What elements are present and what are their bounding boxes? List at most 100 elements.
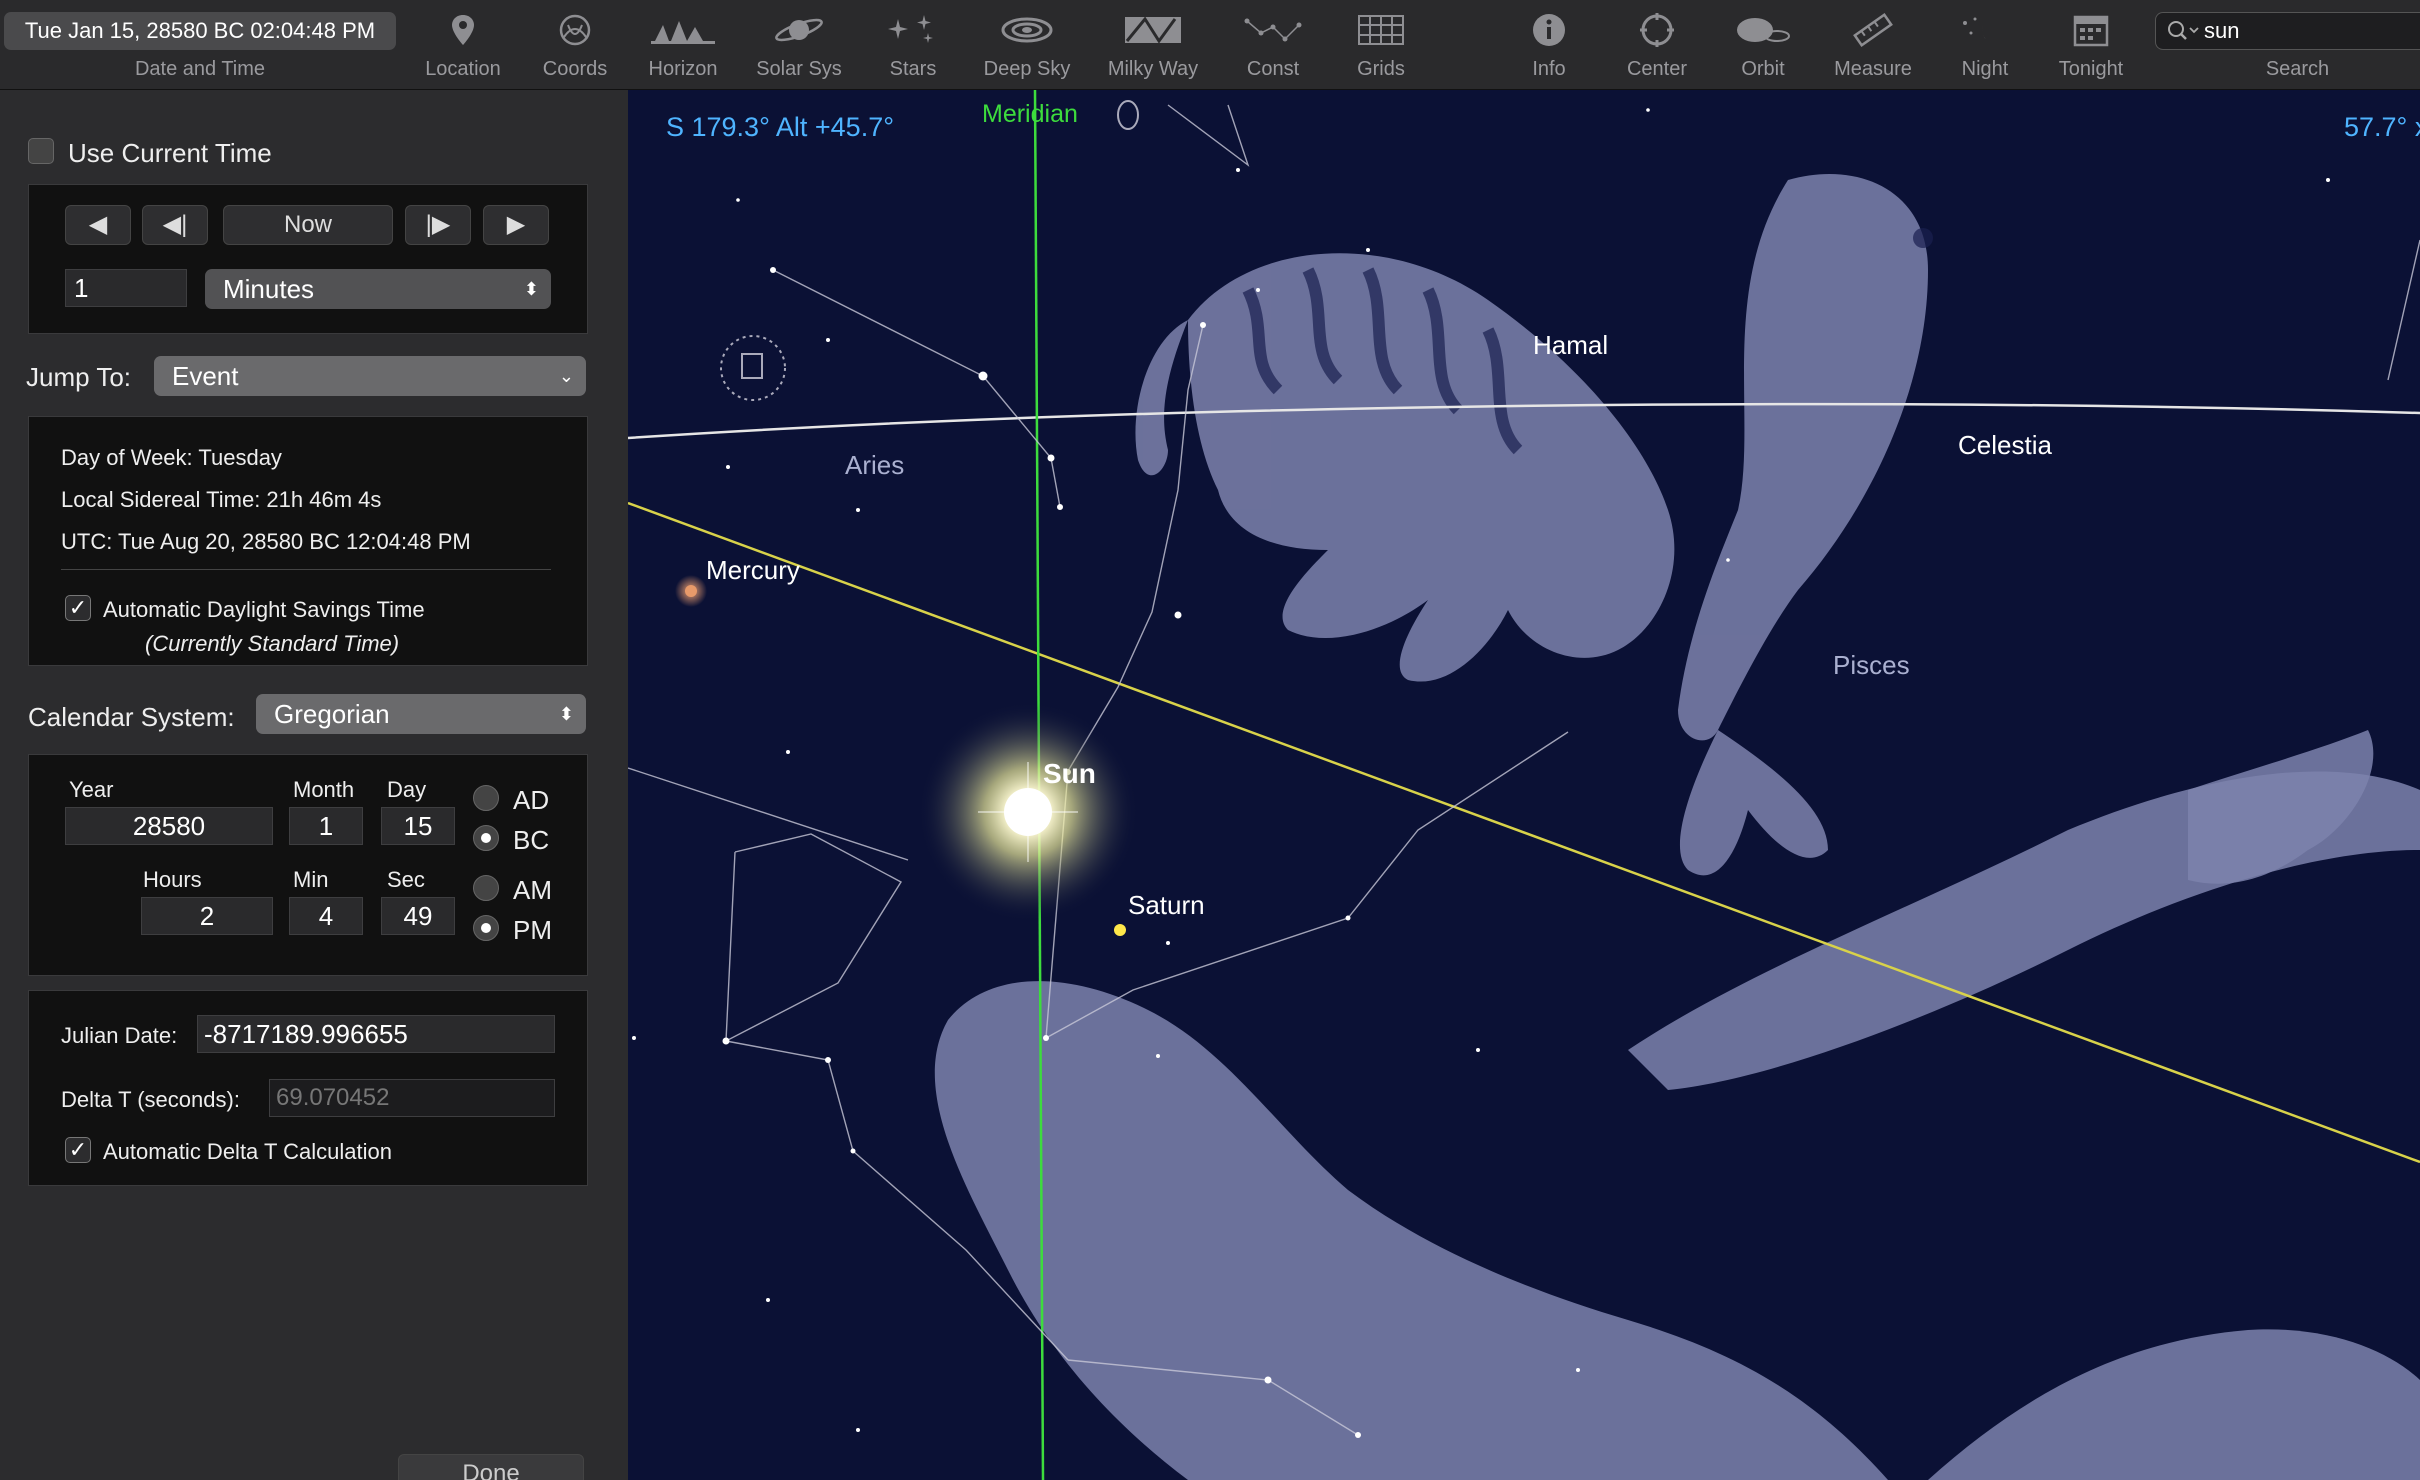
toolbar: Tue Jan 15, 28580 BC 02:04:48 PM Date an… [0,0,2420,90]
meridian-label: Meridian [982,100,1078,128]
now-button[interactable]: Now [223,205,393,245]
sun-label[interactable]: Sun [1043,758,1096,790]
search-input[interactable] [2204,17,2404,45]
orbit-icon [1708,10,1818,50]
sec-field[interactable]: 49 [381,897,455,935]
sky-canvas [628,90,2420,1480]
fish-eye [1913,228,1933,248]
divider [61,569,551,570]
auto-dst-checkbox[interactable]: ✓ [65,595,91,621]
auto-delta-t-checkbox[interactable]: ✓ [65,1137,91,1163]
mercury-dot [685,585,697,597]
calendar-icon [2036,10,2146,50]
step-back-fast-button[interactable]: ◀ [65,205,131,245]
horizon-icon [628,10,738,50]
julian-date-label: Julian Date: [61,1023,178,1048]
field-of-view-readout: 57.7° x [2344,112,2420,142]
grids-button[interactable]: Grids [1326,0,1436,88]
celestial-equator-label: Celestia [1958,430,2052,460]
step-amount-input[interactable]: 1 [65,269,187,307]
constellation-lines [628,104,2420,1436]
planet-icon [744,10,854,50]
year-label: Year [69,777,114,802]
am-radio[interactable] [473,875,499,901]
julian-date-field[interactable]: -8717189.996655 [197,1015,555,1053]
calendar-system-select[interactable]: Gregorian ⬍ [256,694,586,734]
pm-label: PM [513,915,552,945]
search-icon [2166,19,2200,48]
coords-icon [520,10,630,50]
auto-delta-t-label: Automatic Delta T Calculation [103,1139,392,1164]
deep-sky-marker [1117,100,1139,130]
cetus-artwork [934,730,2420,1480]
pisces-fish-artwork [1628,174,2420,1090]
saturn-label[interactable]: Saturn [1128,890,1205,921]
date-time-panel: Use Current Time ◀ ◀| Now |▶ ▶ 1 Minutes… [0,90,628,1480]
aries-label: Aries [845,450,905,480]
sky-view[interactable]: S 179.3° Alt +45.7° 57.7° x Meridian Ham… [628,90,2420,1480]
bc-radio[interactable] [473,825,499,851]
day-of-week: Day of Week: Tuesday [61,445,282,470]
calendar-system-value: Gregorian [274,699,390,729]
pm-radio[interactable] [473,915,499,941]
play-forward-button[interactable]: ▶ [483,205,549,245]
sec-label: Sec [387,867,425,892]
tool-label: Grids [1357,58,1405,80]
time-info-box: Day of Week: Tuesday Local Sidereal Time… [28,416,588,666]
done-button[interactable]: Done [398,1454,584,1480]
step-back-icon: ◀| [162,211,188,238]
info-icon [1494,10,1604,50]
use-current-time-checkbox[interactable] [28,138,54,164]
ad-radio[interactable] [473,785,499,811]
datetime-label: Date and Time [134,58,266,80]
milky-way-icon [1098,10,1208,50]
compass-marker [720,335,786,401]
cursor-readout: S 179.3° Alt +45.7° [666,112,895,142]
jump-to-value: Event [172,361,239,391]
delta-t-field: 69.070452 [269,1079,555,1117]
hamal-label[interactable]: Hamal [1533,330,1608,361]
compass-inner [741,353,763,379]
min-field[interactable]: 4 [289,897,363,935]
ad-label: AD [513,785,550,815]
local-sidereal-time: Local Sidereal Time: 21h 46m 4s [61,487,382,512]
milky-way-button[interactable]: Milky Way [1098,0,1208,88]
step-forward-button[interactable]: |▶ [405,205,471,245]
am-label: AM [513,875,552,905]
play-icon: ▶ [506,211,526,238]
updown-chevron-icon: ⬍ [523,279,539,299]
hours-field[interactable]: 2 [141,897,273,935]
tonight-button[interactable]: Tonight [2036,0,2146,88]
time-step-box: ◀ ◀| Now |▶ ▶ 1 Minutes ⬍ [28,184,588,334]
galaxy-icon [972,10,1082,50]
ruler-icon [1818,10,1928,50]
julian-date-box: Julian Date: -8717189.996655 Delta T (se… [28,990,588,1186]
mercury-label[interactable]: Mercury [706,555,800,586]
stars-icon [858,10,968,50]
deep-sky-button[interactable]: Deep Sky [972,0,1082,88]
calendar-system-label: Calendar System: [28,702,235,732]
rewind-icon: ◀ [88,211,108,238]
grid-icon [1326,10,1436,50]
datetime-display[interactable]: Tue Jan 15, 28580 BC 02:04:48 PM [4,12,396,50]
year-field[interactable]: 28580 [65,807,273,845]
step-unit-select[interactable]: Minutes ⬍ [205,269,551,309]
month-field[interactable]: 1 [289,807,363,845]
delta-t-label: Delta T (seconds): [61,1087,240,1112]
step-forward-icon: |▶ [425,211,451,238]
jump-to-select[interactable]: Event ⌄ [154,356,586,396]
saturn-dot [1114,924,1126,936]
night-icon [1930,10,2040,50]
day-label: Day [387,777,427,802]
chevron-down-icon: ⌄ [558,366,574,386]
month-label: Month [293,777,355,802]
location-pin-icon [408,10,518,50]
day-field[interactable]: 15 [381,807,455,845]
step-back-button[interactable]: ◀| [142,205,208,245]
search-label: Search [2265,58,2330,80]
use-current-time-label: Use Current Time [68,138,272,168]
search-field[interactable] [2155,12,2420,50]
horizon-button[interactable]: Horizon [628,0,738,88]
date-fields-box: Year Month Day 28580 1 15 Hours Min Sec … [28,754,588,976]
hours-label: Hours [143,867,202,892]
